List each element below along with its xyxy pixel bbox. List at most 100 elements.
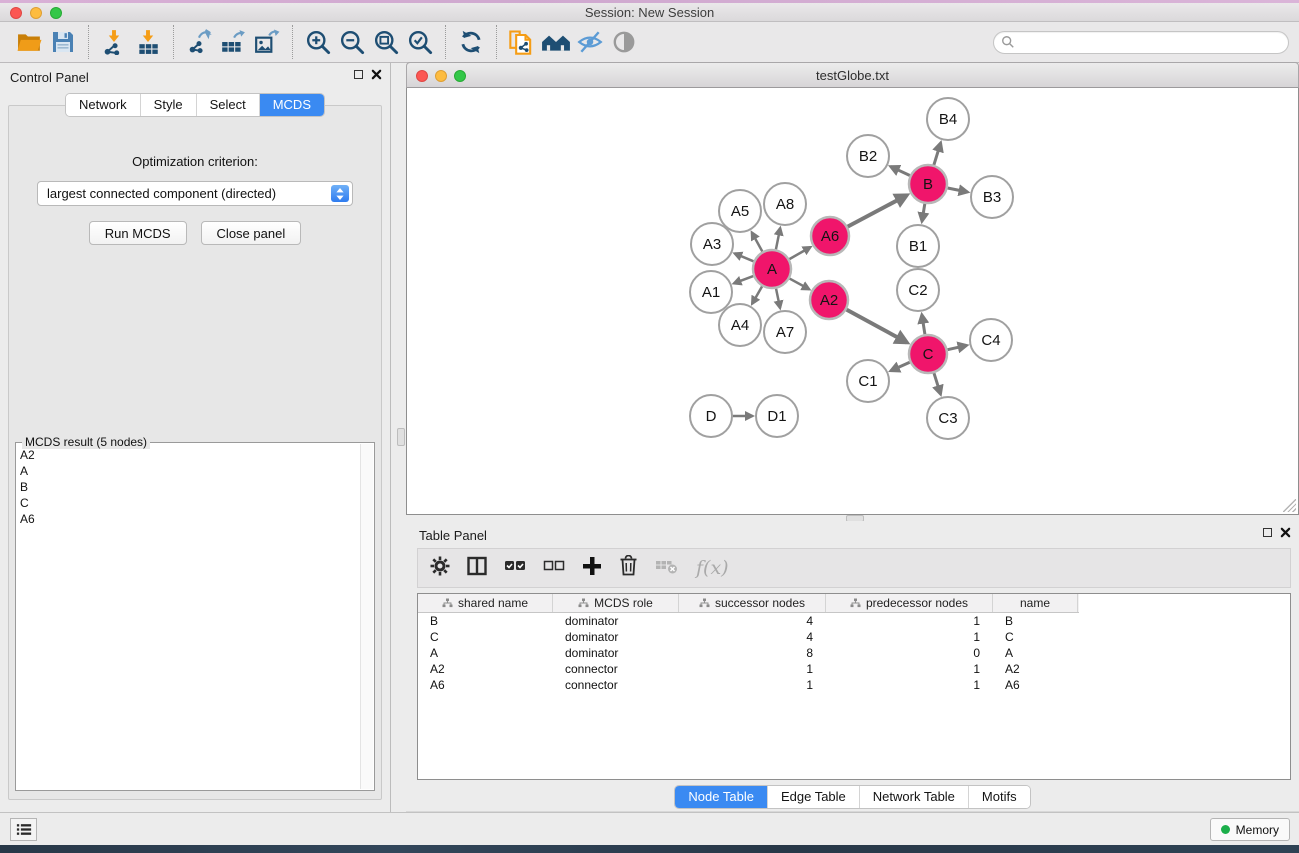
graph-edge-A2-C[interactable] (847, 310, 907, 343)
search-input[interactable] (1015, 32, 1288, 53)
mcds-result-item[interactable]: B (20, 479, 358, 495)
export-table-button[interactable] (216, 25, 250, 59)
duplicate-network-button[interactable] (505, 25, 539, 59)
graph-node-A6[interactable]: A6 (811, 217, 849, 255)
tab-network-table[interactable]: Network Table (860, 786, 969, 808)
tab-mcds[interactable]: MCDS (260, 94, 324, 116)
graph-node-A[interactable]: A (753, 250, 791, 288)
delete-table-button[interactable] (655, 557, 679, 580)
zoom-selected-button[interactable] (403, 25, 437, 59)
export-network-button[interactable] (182, 25, 216, 59)
add-column-button[interactable] (582, 556, 602, 581)
graph-node-C4[interactable]: C4 (970, 319, 1012, 361)
graph-node-A8[interactable]: A8 (764, 183, 806, 225)
refresh-layout-button[interactable] (454, 25, 488, 59)
graph-node-B[interactable]: B (909, 165, 947, 203)
graph-edge-B-B1[interactable] (922, 204, 925, 222)
column-header-successor-nodes[interactable]: successor nodes (679, 594, 826, 612)
import-table-button[interactable] (131, 25, 165, 59)
close-panel-button[interactable]: Close panel (201, 221, 302, 245)
select-all-columns-button[interactable] (504, 558, 526, 579)
table-row[interactable]: A6connector11A6 (418, 677, 1290, 693)
show-all-button[interactable] (539, 25, 573, 59)
tab-select[interactable]: Select (197, 94, 260, 116)
column-header-shared-name[interactable]: shared name (418, 594, 553, 612)
graph-edge-C-C3[interactable] (934, 373, 941, 394)
tab-node-table[interactable]: Node Table (675, 786, 768, 808)
graph-node-A5[interactable]: A5 (719, 190, 761, 232)
graph-edge-A-A2[interactable] (790, 279, 810, 290)
graph-node-A2[interactable]: A2 (810, 281, 848, 319)
run-mcds-button[interactable]: Run MCDS (89, 221, 187, 245)
function-builder-button[interactable]: f(x) (696, 557, 729, 579)
graph-node-C3[interactable]: C3 (927, 397, 969, 439)
graph-edge-B-B4[interactable] (934, 143, 941, 165)
import-network-button[interactable] (97, 25, 131, 59)
open-session-button[interactable] (12, 25, 46, 59)
graph-edge-B-B3[interactable] (948, 188, 968, 192)
graph-node-B2[interactable]: B2 (847, 135, 889, 177)
column-header-predecessor-nodes[interactable]: predecessor nodes (826, 594, 993, 612)
graph-node-A3[interactable]: A3 (691, 223, 733, 265)
graph-node-B3[interactable]: B3 (971, 176, 1013, 218)
graph-edge-A-A4[interactable] (752, 286, 762, 303)
graph-node-A1[interactable]: A1 (690, 271, 732, 313)
column-header-MCDS-role[interactable]: MCDS role (553, 594, 679, 612)
graph-edge-A-A8[interactable] (776, 228, 780, 249)
close-panel-icon[interactable] (1280, 527, 1291, 538)
graph-node-C[interactable]: C (909, 335, 947, 373)
graph-edge-A-A1[interactable] (734, 276, 753, 283)
mcds-result-item[interactable]: A2 (20, 447, 358, 463)
tab-motifs[interactable]: Motifs (969, 786, 1030, 808)
graph-edge-A6-B[interactable] (848, 195, 907, 226)
table-settings-button[interactable] (430, 556, 450, 581)
memory-button[interactable]: Memory (1210, 818, 1290, 841)
unselect-all-columns-button[interactable] (543, 558, 565, 579)
graph-node-C1[interactable]: C1 (847, 360, 889, 402)
delete-columns-button[interactable] (619, 555, 638, 581)
table-row[interactable]: Bdominator41B (418, 613, 1290, 629)
graph-node-B4[interactable]: B4 (927, 98, 969, 140)
mcds-result-item[interactable]: A6 (20, 511, 358, 527)
graph-edge-B-B2[interactable] (891, 167, 910, 176)
hide-selected-button[interactable] (573, 25, 607, 59)
graph-edge-C-C1[interactable] (891, 362, 910, 371)
graph-edge-A-A3[interactable] (735, 253, 754, 261)
table-row[interactable]: A2connector11A2 (418, 661, 1290, 677)
tab-edge-table[interactable]: Edge Table (768, 786, 860, 808)
mcds-result-item[interactable]: C (20, 495, 358, 511)
graph-node-C2[interactable]: C2 (897, 269, 939, 311)
float-panel-icon[interactable] (1263, 528, 1272, 537)
network-canvas[interactable]: B4 B2 B B3 A5A8A6 B1 A3 A C2 A1 A2 A4A7 C4 C C1 C3 D D1 (406, 88, 1299, 515)
export-image-button[interactable] (250, 25, 284, 59)
tab-network[interactable]: Network (66, 94, 141, 116)
zoom-out-button[interactable] (335, 25, 369, 59)
graph-edge-C-C2[interactable] (922, 315, 925, 335)
window-resize-grip[interactable] (1283, 499, 1296, 512)
float-panel-icon[interactable] (354, 70, 363, 79)
graph-edge-A-A5[interactable] (752, 232, 763, 251)
task-history-button[interactable] (10, 818, 37, 841)
graph-edge-A-A6[interactable] (789, 247, 810, 259)
tab-style[interactable]: Style (141, 94, 197, 116)
vertical-splitter-grip[interactable] (397, 428, 405, 446)
show-columns-button[interactable] (467, 556, 487, 581)
criterion-select[interactable]: largest connected component (directed) (37, 181, 353, 206)
graph-edge-A-A7[interactable] (776, 289, 780, 308)
close-panel-icon[interactable] (371, 69, 382, 80)
graph-node-A4[interactable]: A4 (719, 304, 761, 346)
graph-node-D[interactable]: D (690, 395, 732, 437)
column-header-name[interactable]: name (993, 594, 1078, 612)
zoom-fit-button[interactable] (369, 25, 403, 59)
graph-edge-C-C4[interactable] (948, 345, 967, 349)
mcds-result-item[interactable]: A (20, 463, 358, 479)
graph-node-B1[interactable]: B1 (897, 225, 939, 267)
table-row[interactable]: Adominator80A (418, 645, 1290, 661)
show-hidden-button[interactable] (607, 25, 641, 59)
zoom-in-button[interactable] (301, 25, 335, 59)
mcds-result-scrollbar[interactable] (360, 444, 373, 789)
save-session-button[interactable] (46, 25, 80, 59)
graph-node-D1[interactable]: D1 (756, 395, 798, 437)
graph-node-A7[interactable]: A7 (764, 311, 806, 353)
table-row[interactable]: Cdominator41C (418, 629, 1290, 645)
